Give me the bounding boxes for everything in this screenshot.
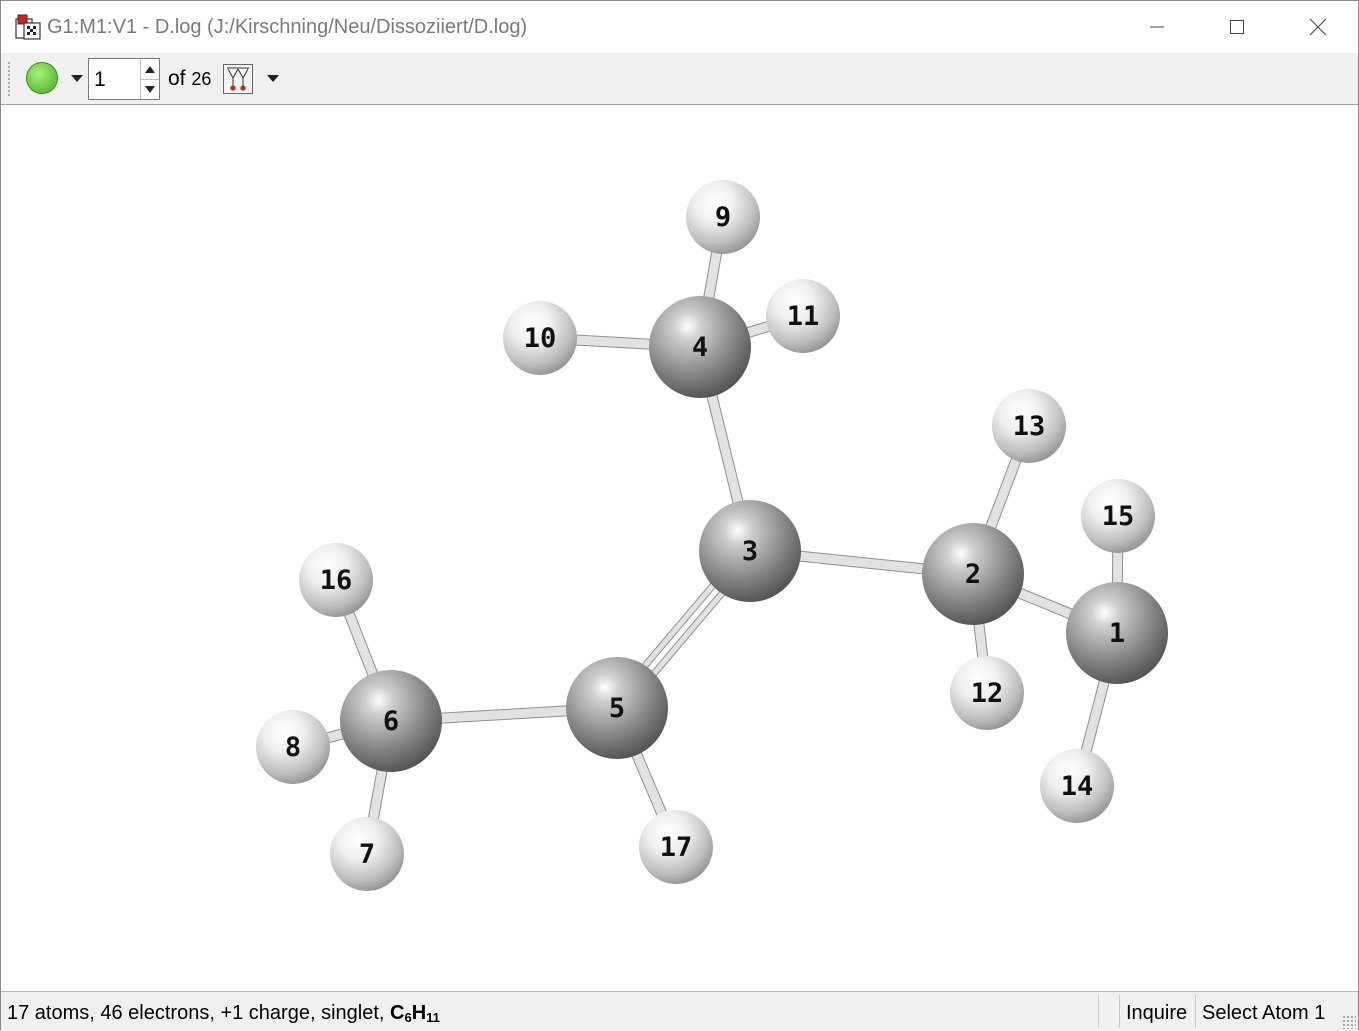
close-icon (1309, 18, 1327, 36)
frame-total: 26 (191, 69, 212, 89)
atom-15[interactable]: 15 (1081, 479, 1155, 553)
atom-17[interactable]: 17 (639, 810, 713, 884)
maximize-icon (1230, 20, 1244, 34)
minimize-icon (1150, 26, 1164, 28)
application-window: G1:M1:V1 - D.log (J:/Kirschning/Neu/Diss… (0, 0, 1359, 1031)
atom-5[interactable]: 5 (566, 657, 668, 759)
close-button[interactable] (1278, 1, 1358, 53)
animation-dropdown-arrow-icon[interactable] (267, 75, 279, 82)
atom-9[interactable]: 9 (686, 180, 760, 254)
atom-10[interactable]: 10 (503, 301, 577, 375)
atom-13[interactable]: 13 (992, 389, 1066, 463)
frame-count-label: of 26 (168, 67, 211, 91)
atom-label-15: 15 (1102, 501, 1135, 532)
atom-4[interactable]: 4 (649, 296, 751, 398)
atom-label-13: 13 (1013, 411, 1046, 442)
atom-14[interactable]: 14 (1040, 749, 1114, 823)
molecule-canvas[interactable]: 1234567891011121314151617 (3, 105, 1358, 990)
molecular-formula: C6H11 (390, 1002, 440, 1025)
maximize-button[interactable] (1197, 1, 1277, 53)
toolbar-grip[interactable] (7, 61, 11, 97)
frame-input[interactable]: 1 (94, 68, 106, 92)
arrow-up-icon (145, 65, 155, 73)
action-label: Select Atom 1 (1202, 1002, 1326, 1024)
molecule-summary: 17 atoms, 46 electrons, +1 charge, singl… (7, 1002, 440, 1025)
atom-2[interactable]: 2 (922, 523, 1024, 625)
mode-label: Inquire (1126, 1002, 1188, 1024)
atom-6[interactable]: 6 (340, 670, 442, 772)
atom-label-1: 1 (1109, 618, 1125, 649)
atom-label-4: 4 (692, 332, 708, 363)
status-bar: 17 atoms, 46 electrons, +1 charge, singl… (1, 991, 1358, 1031)
status-separator (1195, 995, 1196, 1028)
minimize-button[interactable] (1117, 1, 1197, 53)
atom-label-9: 9 (715, 202, 731, 233)
atom-7[interactable]: 7 (330, 817, 404, 891)
atom-label-11: 11 (787, 301, 820, 332)
atom-16[interactable]: 16 (299, 543, 373, 617)
frame-spinbox[interactable]: 1 (88, 58, 160, 100)
atom-label-3: 3 (742, 536, 758, 567)
atom-11[interactable]: 11 (766, 279, 840, 353)
gaussview-app-icon (15, 14, 41, 40)
formula-hydrogen: H (411, 1002, 427, 1024)
atom-8[interactable]: 8 (256, 710, 330, 784)
atom-label-5: 5 (609, 693, 625, 724)
status-separator (1119, 995, 1120, 1028)
title-bar[interactable]: G1:M1:V1 - D.log (J:/Kirschning/Neu/Diss… (1, 1, 1358, 53)
atom-label-6: 6 (383, 706, 399, 737)
atom-3[interactable]: 3 (699, 500, 801, 602)
atom-label-7: 7 (359, 839, 375, 870)
molecule-viewport[interactable]: 1 2 3 4 5 6 7 8 9 10 11 12 13 14 15 16 17 (3, 105, 1358, 990)
atom-12[interactable]: 12 (950, 656, 1024, 730)
atom-label-12: 12 (971, 678, 1004, 709)
atom-label-17: 17 (660, 832, 693, 863)
atom-label-2: 2 (965, 559, 981, 590)
formula-carbon-count: 6 (404, 1010, 412, 1025)
status-separator (1098, 995, 1099, 1028)
arrow-down-icon (145, 85, 155, 93)
summary-text: 17 atoms, 46 electrons, +1 charge, singl… (7, 1002, 390, 1024)
atom-1[interactable]: 1 (1066, 582, 1168, 684)
spin-down-button[interactable] (141, 79, 159, 99)
formula-hydrogen-count: 11 (426, 1010, 440, 1025)
window-title: G1:M1:V1 - D.log (J:/Kirschning/Neu/Diss… (47, 16, 528, 38)
resize-grip[interactable] (1342, 1015, 1356, 1029)
atom-label-14: 14 (1061, 771, 1094, 802)
spinbox-buttons (140, 59, 159, 99)
atom-label-16: 16 (320, 565, 353, 596)
animation-icon[interactable] (223, 64, 253, 94)
of-text: of (168, 67, 186, 90)
atom-label-10: 10 (524, 323, 557, 354)
formula-carbon: C (390, 1002, 405, 1024)
status-dropdown-arrow-icon[interactable] (71, 75, 83, 82)
spin-up-button[interactable] (141, 59, 159, 80)
atom-label-8: 8 (285, 732, 301, 763)
status-indicator-icon[interactable] (26, 62, 58, 94)
